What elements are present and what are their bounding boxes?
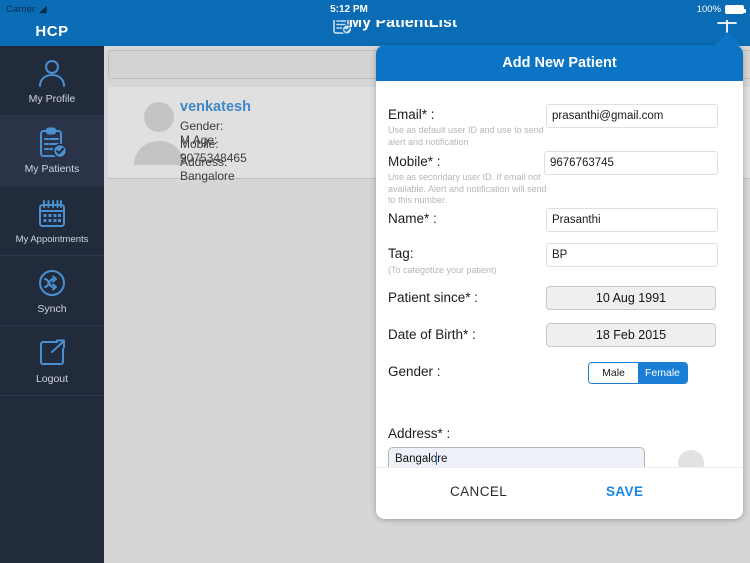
battery-full-icon xyxy=(725,5,746,14)
status-battery: 100% xyxy=(696,4,746,15)
mobile-label: Mobile* : xyxy=(388,154,441,169)
logout-icon xyxy=(35,336,69,370)
patient-since-date-picker[interactable]: 10 Aug 1991 xyxy=(546,286,716,310)
sidebar-item-my-profile[interactable]: My Profile xyxy=(0,46,104,116)
sidebar-item-logout[interactable]: Logout xyxy=(0,326,104,396)
dialog-title: Add New Patient xyxy=(502,55,617,71)
sidebar-label-logout: Logout xyxy=(35,373,69,385)
calendar-icon xyxy=(35,197,69,231)
save-button[interactable]: SAVE xyxy=(606,484,643,499)
dialog-footer: CANCEL SAVE xyxy=(376,467,743,519)
battery-percent-label: 100% xyxy=(696,4,721,15)
sidebar-item-my-appointments[interactable]: My Appointments xyxy=(0,186,104,256)
user-icon xyxy=(35,56,69,90)
sidebar-label-my-profile: My Profile xyxy=(28,93,76,105)
date-of-birth-label: Date of Birth* : xyxy=(388,327,476,342)
mobile-field[interactable] xyxy=(544,151,718,175)
app-logo-label: HCP xyxy=(35,23,69,40)
sidebar-item-my-patients[interactable]: My Patients xyxy=(0,116,104,186)
address-label: Address* : xyxy=(388,426,451,441)
date-of-birth-date-picker[interactable]: 18 Feb 2015 xyxy=(546,323,716,347)
cancel-button[interactable]: CANCEL xyxy=(450,484,507,499)
sync-icon xyxy=(35,266,69,300)
status-time: 5:12 PM xyxy=(330,4,368,15)
sidebar-label-synch: Synch xyxy=(37,303,67,315)
gender-label: Gender : xyxy=(388,364,441,379)
patient-since-value: 10 Aug 1991 xyxy=(595,291,667,305)
sidebar-item-synch[interactable]: Synch xyxy=(0,256,104,326)
dialog-body: Email* : Use as default user ID and use … xyxy=(376,81,743,519)
sidebar-label-my-appointments: My Appointments xyxy=(15,233,89,245)
tag-label: Tag: xyxy=(388,246,414,261)
email-field[interactable] xyxy=(546,104,718,128)
gender-segmented-control: Male Female xyxy=(588,362,688,384)
app-root: HCP My Profile My Patients My Appointmen… xyxy=(0,0,750,563)
patient-since-label: Patient since* : xyxy=(388,290,479,305)
email-label: Email* : xyxy=(388,107,435,122)
patient-name: venkatesh xyxy=(180,99,251,115)
tag-field[interactable] xyxy=(546,243,718,267)
name-label: Name* : xyxy=(388,211,437,226)
mobile-help-text: Use as secondary user ID. If email not a… xyxy=(388,172,547,205)
gender-option-female[interactable]: Female xyxy=(638,363,687,383)
sidebar-label-my-patients: My Patients xyxy=(24,163,80,175)
text-caret xyxy=(436,452,437,465)
status-bar: Carrier ◢ 5:12 PM 100% xyxy=(0,0,750,20)
email-help-text: Use as default user ID and use to send a… xyxy=(388,125,544,147)
patient-address: Address: Bangalore xyxy=(180,155,235,183)
date-of-birth-value: 18 Feb 2015 xyxy=(595,328,667,342)
name-field[interactable] xyxy=(546,208,718,232)
sidebar: HCP My Profile My Patients My Appointmen… xyxy=(0,0,104,563)
dialog-title-bar: Add New Patient xyxy=(376,45,743,81)
gender-option-male[interactable]: Male xyxy=(589,363,638,383)
clipboard-check-icon xyxy=(35,126,69,160)
popover-arrow xyxy=(715,32,741,45)
add-new-patient-dialog: Add New Patient Email* : Use as default … xyxy=(376,32,743,519)
